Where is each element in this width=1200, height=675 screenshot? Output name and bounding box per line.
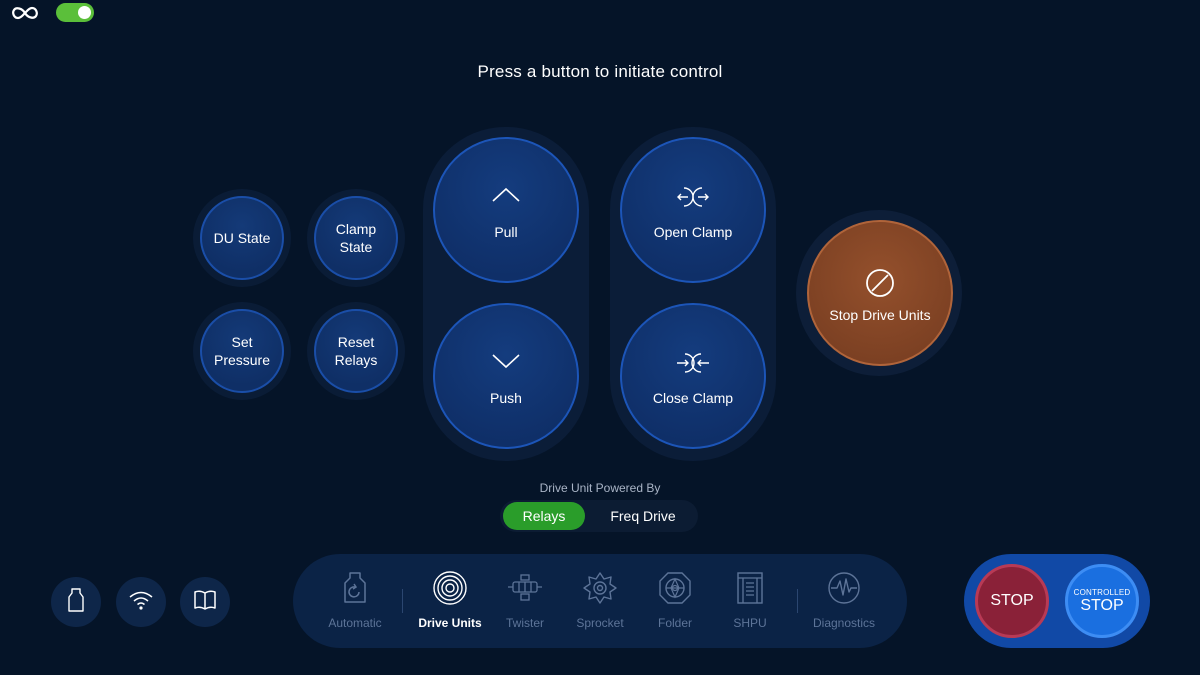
- tab-automatic-label: Automatic: [328, 616, 382, 630]
- push-button[interactable]: Push: [433, 303, 579, 449]
- wifi-button[interactable]: [116, 577, 166, 627]
- du-state-button[interactable]: DU State: [200, 196, 284, 280]
- set-pressure-button[interactable]: Set Pressure: [200, 309, 284, 393]
- tab-twister-label: Twister: [505, 616, 544, 630]
- chevron-down-icon: [435, 351, 577, 375]
- stop-drive-units-label: Stop Drive Units: [829, 307, 931, 323]
- tab-twister[interactable]: Twister: [490, 570, 560, 630]
- controlled-stop-button[interactable]: CONTROLLED STOP: [1065, 564, 1139, 638]
- bag-button[interactable]: [51, 577, 101, 627]
- tab-sprocket-label: Sprocket: [576, 616, 624, 630]
- drive-units-icon: [415, 570, 485, 606]
- tab-folder-label: Folder: [657, 616, 692, 630]
- stop-label: STOP: [990, 592, 1034, 609]
- twister-icon: [490, 570, 560, 606]
- tab-drive-units-label: Drive Units: [418, 616, 482, 630]
- toggle-knob: [78, 6, 91, 19]
- stop-drive-units-button[interactable]: Stop Drive Units: [807, 220, 953, 366]
- open-clamp-button[interactable]: Open Clamp: [620, 137, 766, 283]
- sprocket-icon: [565, 570, 635, 606]
- pull-label: Pull: [494, 224, 518, 240]
- close-clamp-icon: [622, 351, 764, 375]
- tab-shpu[interactable]: SHPU: [715, 570, 785, 630]
- stop-button[interactable]: STOP: [975, 564, 1049, 638]
- chevron-up-icon: [435, 185, 577, 209]
- tab-diagnostics[interactable]: Diagnostics: [809, 570, 879, 630]
- tab-sprocket[interactable]: Sprocket: [565, 570, 635, 630]
- folder-icon: [640, 570, 710, 606]
- push-label: Push: [490, 390, 522, 406]
- mode-tab-bar: Automatic Drive Units Twister Sprocket F…: [293, 554, 907, 648]
- tab-folder[interactable]: Folder: [640, 570, 710, 630]
- open-clamp-icon: [622, 185, 764, 209]
- reset-relays-button[interactable]: Reset Relays: [314, 309, 398, 393]
- tab-separator: [797, 589, 798, 613]
- book-icon: [192, 589, 218, 616]
- relays-option[interactable]: Relays: [503, 502, 585, 530]
- controlled-label: CONTROLLED: [1073, 587, 1131, 597]
- close-clamp-label: Close Clamp: [652, 390, 734, 406]
- set-pressure-label: Set Pressure: [213, 334, 271, 368]
- tab-shpu-label: SHPU: [733, 616, 767, 630]
- automatic-icon: [320, 570, 390, 606]
- wifi-icon: [128, 589, 154, 616]
- bag-icon: [65, 587, 87, 618]
- status-toggle[interactable]: [56, 3, 94, 22]
- instruction-text: Press a button to initiate control: [477, 62, 723, 81]
- tab-automatic[interactable]: Automatic: [320, 570, 390, 630]
- freq-drive-option[interactable]: Freq Drive: [592, 502, 694, 530]
- tab-diagnostics-label: Diagnostics: [812, 616, 876, 630]
- clamp-state-label: Clamp State: [335, 221, 377, 255]
- tab-separator: [402, 589, 403, 613]
- prohibited-icon: [809, 268, 951, 298]
- diagnostics-icon: [809, 570, 879, 606]
- power-source-selector: Relays Freq Drive: [500, 500, 698, 532]
- close-clamp-button[interactable]: Close Clamp: [620, 303, 766, 449]
- reset-relays-label: Reset Relays: [334, 334, 378, 368]
- powered-by-label: Drive Unit Powered By: [539, 481, 661, 495]
- infinity-logo-icon: [10, 4, 40, 22]
- stop-controls: STOP CONTROLLED STOP: [964, 554, 1150, 648]
- clamp-state-button[interactable]: Clamp State: [314, 196, 398, 280]
- shpu-icon: [715, 570, 785, 606]
- pull-button[interactable]: Pull: [433, 137, 579, 283]
- du-state-label: DU State: [213, 230, 271, 246]
- open-clamp-label: Open Clamp: [653, 224, 733, 240]
- tab-drive-units[interactable]: Drive Units: [415, 570, 485, 630]
- controlled-stop-label: STOP: [1080, 596, 1124, 614]
- manual-button[interactable]: [180, 577, 230, 627]
